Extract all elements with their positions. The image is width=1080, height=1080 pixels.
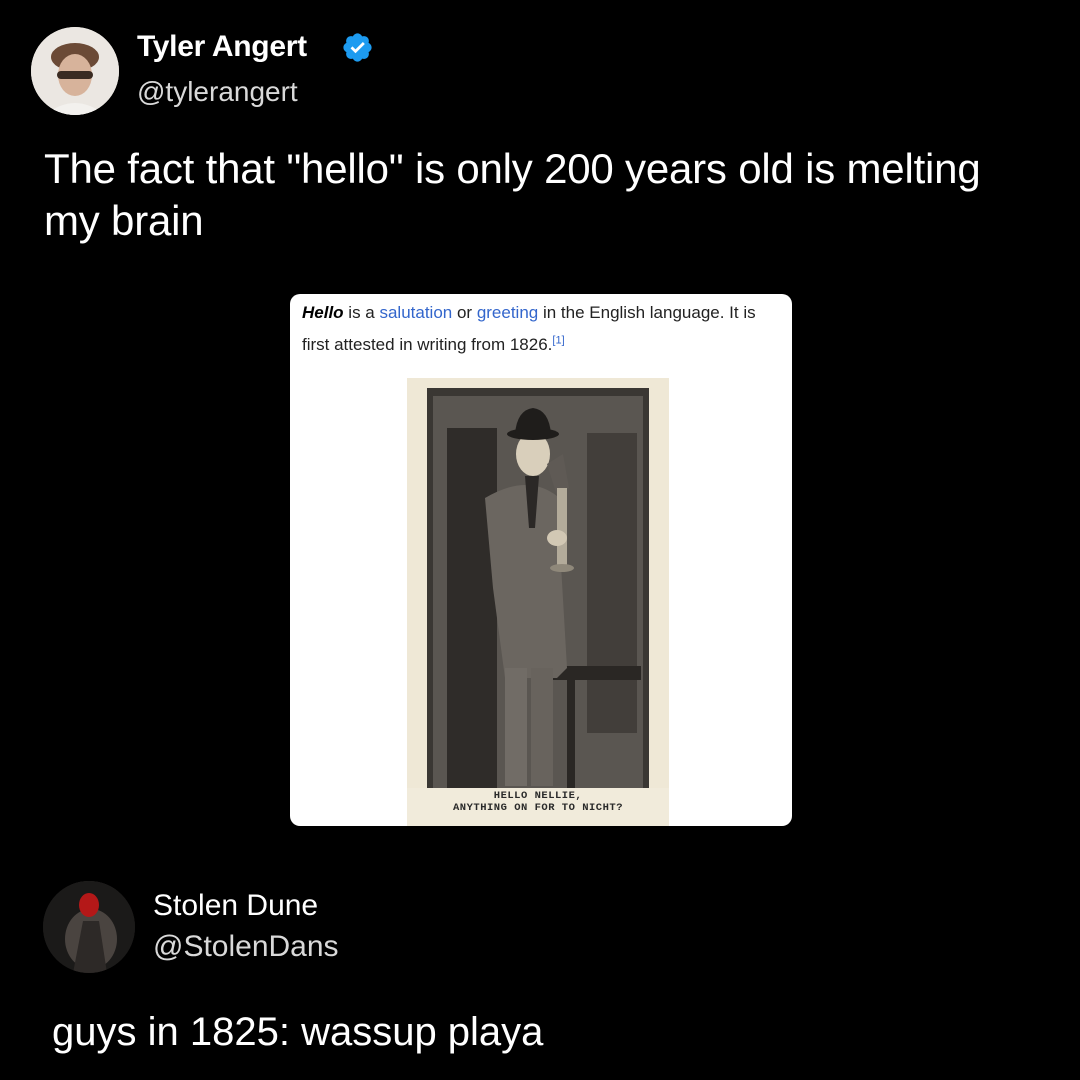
photo-caption-line-2: ANYTHING ON FOR TO NICHT? — [452, 802, 624, 814]
wiki-excerpt: Hello is a salutation or greeting in the… — [302, 297, 782, 361]
vintage-photo: HELLO NELLIE, ANYTHING ON FOR TO NICHT? — [407, 378, 669, 826]
reference-link[interactable]: [1] — [552, 334, 564, 346]
photo-caption-line-1: HELLO NELLIE, — [493, 790, 583, 802]
wiki-term: Hello — [302, 303, 344, 322]
avatar[interactable] — [31, 27, 119, 115]
avatar-photo — [43, 881, 135, 973]
wiki-text-2: or — [452, 303, 477, 322]
author-handle[interactable]: @StolenDans — [153, 930, 339, 964]
link-greeting[interactable]: greeting — [477, 303, 538, 322]
photo-caption: HELLO NELLIE, ANYTHING ON FOR TO NICHT? — [407, 790, 669, 814]
avatar-photo — [31, 27, 119, 115]
author-name[interactable]: Tyler Angert — [137, 30, 307, 64]
man-on-telephone-illustration — [407, 378, 669, 788]
wiki-text-1: is a — [343, 303, 380, 322]
verified-badge-icon — [341, 31, 374, 64]
tweet-text: guys in 1825: wassup playa — [52, 1010, 544, 1054]
author-handle[interactable]: @tylerangert — [137, 76, 298, 108]
author-name[interactable]: Stolen Dune — [153, 889, 318, 923]
avatar[interactable] — [43, 881, 135, 973]
embedded-image-card[interactable]: Hello is a salutation or greeting in the… — [290, 294, 792, 826]
link-salutation[interactable]: salutation — [379, 303, 452, 322]
tweet-text: The fact that "hello" is only 200 years … — [44, 145, 981, 244]
